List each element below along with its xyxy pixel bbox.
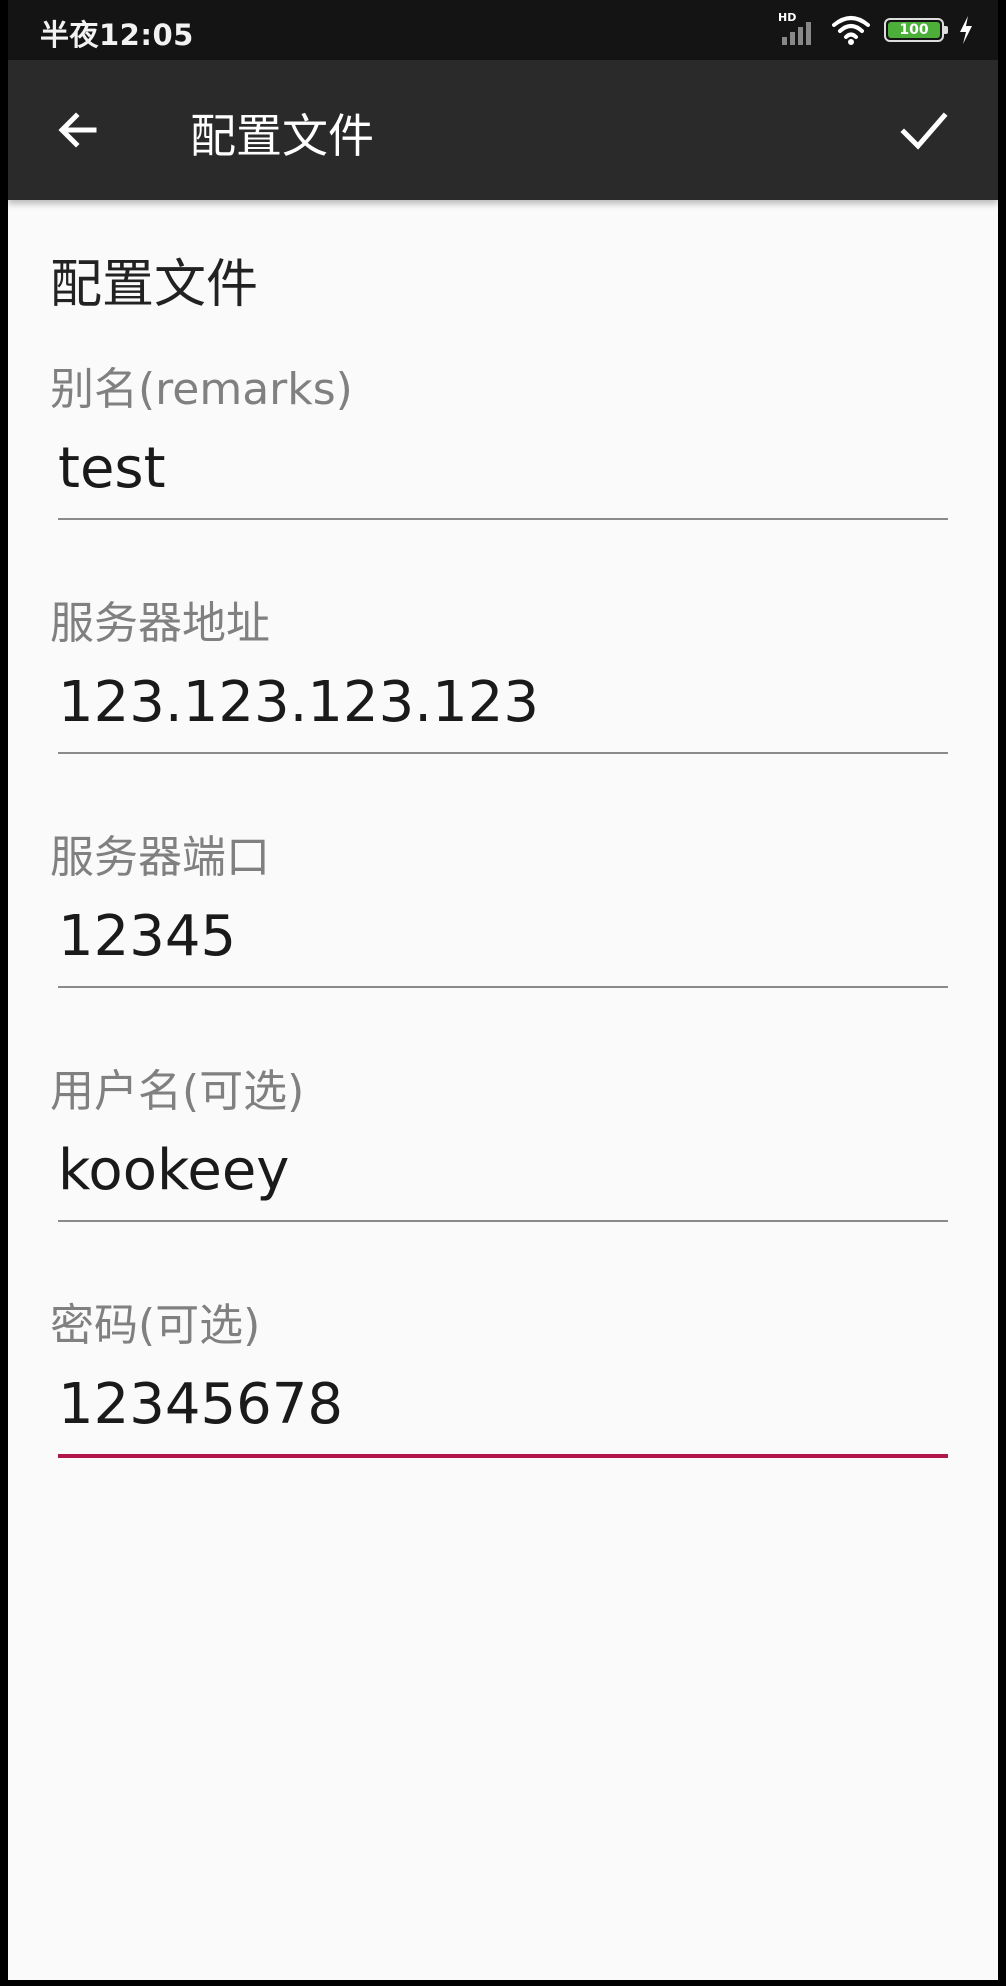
charging-icon	[960, 16, 972, 44]
field-label: 密码(可选)	[50, 1300, 261, 1351]
server-port-field: 服务器端口	[50, 828, 948, 988]
field-label: 服务器地址	[50, 598, 270, 649]
arrow-back-icon[interactable]	[54, 106, 102, 154]
status-time: 半夜12:05	[40, 18, 194, 52]
remarks-field: 别名(remarks)	[50, 360, 948, 520]
username-input[interactable]	[58, 1136, 938, 1206]
device-frame: 半夜12:05 HD 100 配置文件 配置文件 别名(remarks) tes…	[0, 0, 1006, 1986]
field-underline	[58, 518, 948, 520]
password-field: 密码(可选)	[50, 1296, 948, 1458]
section-title: 配置文件	[50, 255, 259, 315]
server-address-input[interactable]	[58, 668, 938, 738]
hd-label: HD	[778, 11, 797, 24]
field-underline	[58, 1220, 948, 1222]
battery-icon: 100	[884, 18, 948, 42]
field-underline	[58, 752, 948, 754]
page-title: 配置文件	[190, 109, 374, 163]
app-bar: 配置文件	[8, 60, 998, 200]
check-icon[interactable]	[898, 104, 950, 156]
server-port-input[interactable]	[58, 902, 938, 972]
field-underline-focused	[58, 1454, 948, 1458]
field-label: 服务器端口	[50, 832, 270, 883]
screen: 半夜12:05 HD 100 配置文件 配置文件 别名(remarks) tes…	[8, 0, 998, 1980]
wifi-icon	[832, 16, 870, 45]
field-label: 用户名(可选)	[50, 1066, 305, 1117]
status-icons: HD 100	[778, 11, 974, 48]
remarks-input[interactable]	[58, 434, 938, 504]
server-address-field: 服务器地址	[50, 594, 948, 754]
username-field: 用户名(可选)	[50, 1062, 948, 1222]
field-label: 别名(remarks)	[50, 364, 353, 415]
battery-level: 100	[888, 22, 940, 38]
password-input[interactable]	[58, 1370, 938, 1440]
field-underline	[58, 986, 948, 988]
status-bar: 半夜12:05 HD 100	[8, 0, 998, 60]
signal-icon: HD	[778, 11, 818, 47]
